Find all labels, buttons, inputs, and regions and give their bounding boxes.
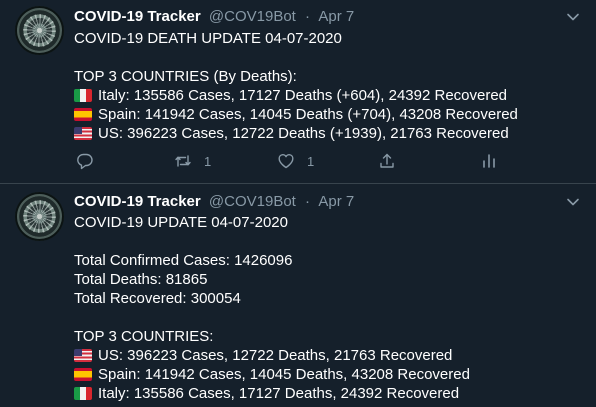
tweet-header: COVID-19 Tracker @COV19Bot · Apr 7 <box>74 7 354 27</box>
tweet-text: COVID-19 DEATH UPDATE 04-07-2020 TOP 3 C… <box>74 29 579 143</box>
reply-button[interactable] <box>76 150 94 172</box>
like-count: 1 <box>307 153 315 169</box>
share-button[interactable] <box>378 150 396 172</box>
total-line: Total Deaths: 81865 <box>74 271 208 288</box>
country-text: Italy: 135586 Cases, 17127 Deaths, 24392… <box>98 385 460 402</box>
country-text: Spain: 141942 Cases, 14045 Deaths (+704)… <box>98 106 518 123</box>
country-line: US: 396223 Cases, 12722 Deaths, 21763 Re… <box>74 346 579 365</box>
us-flag-icon <box>74 349 92 362</box>
tweet[interactable]: COVID-19 Tracker @COV19Bot · Apr 7 COVID… <box>0 184 596 407</box>
chevron-down-icon[interactable] <box>566 10 580 24</box>
separator: · <box>305 193 311 210</box>
tweet-text: COVID-19 UPDATE 04-07-2020 Total Confirm… <box>74 213 579 403</box>
heart-icon <box>278 154 294 169</box>
like-button[interactable]: 1 <box>277 150 314 172</box>
reply-icon <box>77 153 93 170</box>
retweet-icon <box>175 155 191 167</box>
country-text: US: 396223 Cases, 12722 Deaths (+1939), … <box>98 125 509 142</box>
tweet-title-line: COVID-19 UPDATE 04-07-2020 <box>74 214 288 231</box>
chevron-down-icon[interactable] <box>566 195 580 209</box>
spain-flag-icon <box>74 368 92 381</box>
author-name[interactable]: COVID-19 Tracker <box>74 193 201 210</box>
tweet-title-line: COVID-19 DEATH UPDATE 04-07-2020 <box>74 30 342 47</box>
analytics-button[interactable] <box>480 150 498 172</box>
avatar[interactable] <box>15 6 64 55</box>
share-icon <box>380 153 394 168</box>
tweet-date[interactable]: Apr 7 <box>318 8 354 25</box>
list-heading: TOP 3 COUNTRIES (By Deaths): <box>74 68 297 85</box>
separator: · <box>305 8 311 25</box>
tweet-actions: 1 1 <box>74 150 514 172</box>
retweet-button[interactable]: 1 <box>174 150 211 172</box>
total-line: Total Confirmed Cases: 1426096 <box>74 252 293 269</box>
italy-flag-icon <box>74 387 92 400</box>
total-line: Total Recovered: 300054 <box>74 290 241 307</box>
list-heading: TOP 3 COUNTRIES: <box>74 328 214 345</box>
author-handle[interactable]: @COV19Bot <box>209 193 296 210</box>
tweet-date[interactable]: Apr 7 <box>318 193 354 210</box>
author-handle[interactable]: @COV19Bot <box>209 8 296 25</box>
retweet-count: 1 <box>204 153 212 169</box>
tweet-header: COVID-19 Tracker @COV19Bot · Apr 7 <box>74 192 354 212</box>
italy-flag-icon <box>74 89 92 102</box>
country-text: Spain: 141942 Cases, 14045 Deaths, 43208… <box>98 366 470 383</box>
country-line: Italy: 135586 Cases, 17127 Deaths, 24392… <box>74 384 579 403</box>
avatar[interactable] <box>15 192 64 241</box>
country-line: Spain: 141942 Cases, 14045 Deaths (+704)… <box>74 105 579 124</box>
spain-flag-icon <box>74 108 92 121</box>
country-line: Italy: 135586 Cases, 17127 Deaths (+604)… <box>74 86 579 105</box>
country-line: Spain: 141942 Cases, 14045 Deaths, 43208… <box>74 365 579 384</box>
country-text: US: 396223 Cases, 12722 Deaths, 21763 Re… <box>98 347 453 364</box>
author-name[interactable]: COVID-19 Tracker <box>74 8 201 25</box>
analytics-icon <box>483 154 495 168</box>
country-line: US: 396223 Cases, 12722 Deaths (+1939), … <box>74 124 579 143</box>
timeline: COVID-19 Tracker @COV19Bot · Apr 7 COVID… <box>0 0 596 407</box>
country-text: Italy: 135586 Cases, 17127 Deaths (+604)… <box>98 87 508 104</box>
us-flag-icon <box>74 127 92 140</box>
tweet[interactable]: COVID-19 Tracker @COV19Bot · Apr 7 COVID… <box>0 0 596 184</box>
